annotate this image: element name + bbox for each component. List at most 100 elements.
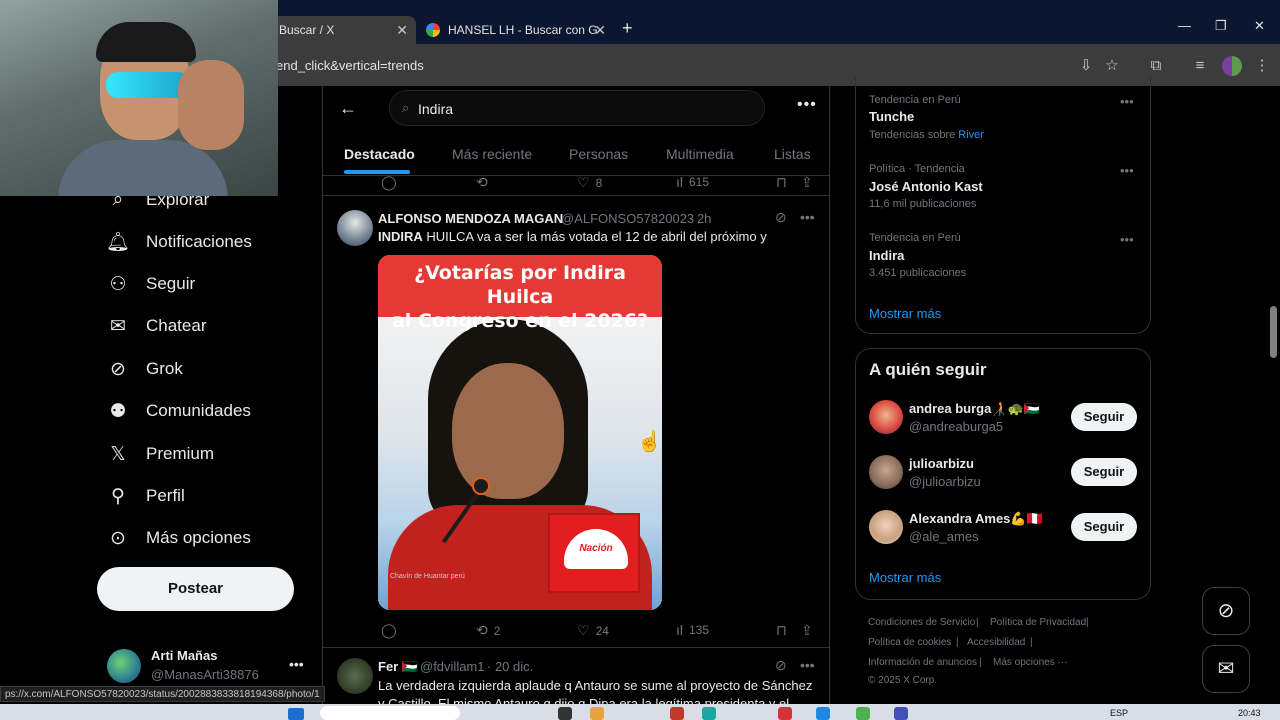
- tab-personas[interactable]: Personas: [569, 146, 628, 162]
- footer-link[interactable]: Política de cookies: [868, 637, 951, 648]
- taskbar-edge-icon[interactable]: [702, 707, 716, 720]
- follow-button[interactable]: Seguir: [1071, 403, 1137, 431]
- footer-link[interactable]: Política de Privacidad: [990, 617, 1086, 628]
- grok-icon[interactable]: ⊘: [775, 209, 787, 226]
- retweet-button[interactable]: ⟲ 2: [476, 622, 500, 639]
- footer-link[interactable]: Accesibilidad: [967, 637, 1025, 648]
- post-button[interactable]: Postear: [97, 567, 294, 611]
- tab-destacado[interactable]: Destacado: [344, 146, 415, 162]
- windows-start-icon[interactable]: [288, 708, 304, 720]
- taskbar-app-icon[interactable]: [778, 707, 792, 720]
- close-window-icon[interactable]: ✕: [1254, 18, 1265, 34]
- nav-mas-opciones[interactable]: ⊙ Más opciones: [106, 523, 251, 553]
- reply-icon[interactable]: ◯: [381, 622, 403, 639]
- taskbar-app-icon[interactable]: [558, 707, 572, 720]
- trend-more-icon[interactable]: •••: [1120, 94, 1134, 109]
- scrollbar-track[interactable]: [1268, 86, 1280, 700]
- tab-listas[interactable]: Listas: [774, 146, 811, 162]
- search-value[interactable]: Indira: [418, 101, 453, 117]
- browser-tab[interactable]: HANSEL LH - Buscar con Googl ✕: [418, 16, 614, 44]
- browser-menu-icon[interactable]: ⋮: [1252, 56, 1272, 76]
- nav-chatear[interactable]: ✉ Chatear: [106, 311, 206, 341]
- tab-multimedia[interactable]: Multimedia: [666, 146, 734, 162]
- taskbar-app-icon[interactable]: [670, 707, 684, 720]
- views-button[interactable]: ıl 615: [676, 174, 709, 190]
- trend-title[interactable]: Tunche: [869, 109, 914, 124]
- search-options-icon[interactable]: •••: [797, 96, 817, 114]
- follow-button[interactable]: Seguir: [1071, 458, 1137, 486]
- search-input[interactable]: ⌕ Indira: [389, 90, 765, 126]
- new-tab-icon[interactable]: +: [622, 18, 633, 39]
- bookmark-icon[interactable]: ⊓: [776, 622, 793, 639]
- tweet-image[interactable]: ¿Votarías por Indira Huilca al Congreso …: [378, 255, 662, 610]
- share-icon[interactable]: ⇪: [801, 174, 819, 191]
- minimize-icon[interactable]: —: [1178, 18, 1191, 33]
- share-icon[interactable]: ⇪: [801, 622, 819, 639]
- bookmark-icon[interactable]: ⊓: [776, 174, 793, 191]
- grok-floating-button[interactable]: ⊘: [1202, 587, 1250, 635]
- follow-button[interactable]: Seguir: [1071, 513, 1137, 541]
- tab-close-icon[interactable]: ✕: [594, 22, 606, 39]
- footer-more-link[interactable]: Más opciones ···: [993, 657, 1067, 668]
- footer-link[interactable]: Condiciones de Servicio: [868, 617, 975, 628]
- tab-mas-reciente[interactable]: Más reciente: [452, 146, 532, 162]
- messages-floating-button[interactable]: ✉: [1202, 645, 1250, 693]
- tweet-author-handle[interactable]: @ALFONSO57820023: [561, 211, 694, 226]
- tweet-author-name[interactable]: ALFONSO MENDOZA MAGAN: [378, 211, 563, 226]
- taskbar-language[interactable]: ESP: [1110, 708, 1128, 718]
- profile-avatar-icon[interactable]: [1222, 56, 1242, 76]
- footer-link[interactable]: Información de anuncios: [868, 657, 977, 668]
- like-button[interactable]: ♡ 24: [577, 622, 609, 639]
- follow-avatar[interactable]: [869, 510, 903, 544]
- taskbar-folder-icon[interactable]: [590, 707, 604, 720]
- bookmark-star-icon[interactable]: ☆: [1102, 56, 1122, 76]
- reading-list-icon[interactable]: ≡: [1190, 56, 1210, 76]
- install-app-icon[interactable]: ⇩: [1076, 56, 1096, 76]
- extensions-icon[interactable]: ⧉: [1146, 56, 1166, 76]
- back-arrow-icon[interactable]: ←: [339, 98, 357, 119]
- taskbar-search[interactable]: [320, 706, 460, 720]
- tweet-author-name[interactable]: Fer 🇵🇸: [378, 659, 418, 675]
- like-button[interactable]: ♡ 8: [577, 174, 602, 191]
- follow-avatar[interactable]: [869, 455, 903, 489]
- nav-seguir[interactable]: ⚇ Seguir: [106, 269, 195, 299]
- reply-icon[interactable]: ◯: [381, 174, 403, 191]
- tweet-avatar[interactable]: [337, 658, 373, 694]
- tweet-author-handle[interactable]: @fdvillam1: [420, 659, 485, 674]
- scrollbar-thumb[interactable]: [1270, 306, 1277, 358]
- account-more-icon[interactable]: •••: [289, 656, 304, 672]
- nav-premium[interactable]: 𝕏 Premium: [106, 439, 214, 469]
- retweet-icon[interactable]: ⟲: [476, 174, 494, 191]
- tweet-time[interactable]: · 2h: [689, 211, 711, 226]
- browser-tab-active[interactable]: Buscar / X ✕: [270, 16, 416, 44]
- nav-perfil[interactable]: ⚲ Perfil: [106, 481, 185, 511]
- views-button[interactable]: ıl 135: [676, 622, 709, 638]
- taskbar-chrome-icon[interactable]: [856, 707, 870, 720]
- trend-title[interactable]: José Antonio Kast: [869, 179, 983, 194]
- nav-notificaciones[interactable]: 🔔︎ Notificaciones: [106, 227, 252, 257]
- follow-name[interactable]: julioarbizu: [909, 456, 974, 471]
- taskbar-app-icon[interactable]: [894, 707, 908, 720]
- tweet-avatar[interactable]: [337, 210, 373, 246]
- grok-icon[interactable]: ⊘: [775, 657, 787, 674]
- nav-comunidades[interactable]: ⚉ Comunidades: [106, 396, 250, 426]
- address-bar[interactable]: end_click&vertical=trends: [276, 58, 424, 73]
- follow-name[interactable]: andrea burga🧑‍🦯🐢🇵🇸: [909, 401, 1040, 417]
- trends-show-more-link[interactable]: Mostrar más: [869, 306, 941, 321]
- nav-grok[interactable]: ⊘ Grok: [106, 354, 183, 384]
- trend-title[interactable]: Indira: [869, 248, 904, 263]
- follow-show-more-link[interactable]: Mostrar más: [869, 570, 941, 585]
- trend-more-icon[interactable]: •••: [1120, 232, 1134, 247]
- account-avatar[interactable]: [107, 649, 141, 683]
- follow-avatar[interactable]: [869, 400, 903, 434]
- taskbar-app-icon[interactable]: [816, 707, 830, 720]
- follow-name[interactable]: Alexandra Ames💪🇵🇪: [909, 511, 1043, 527]
- tweet-time[interactable]: · 20 dic.: [487, 659, 533, 674]
- taskbar-clock[interactable]: 20:43: [1238, 708, 1261, 718]
- tab-close-icon[interactable]: ✕: [396, 22, 408, 39]
- tweet-more-icon[interactable]: •••: [800, 209, 815, 225]
- restore-icon[interactable]: ❐: [1215, 18, 1227, 34]
- trend-sub-link[interactable]: River: [958, 129, 984, 141]
- tweet-more-icon[interactable]: •••: [800, 657, 815, 673]
- trend-more-icon[interactable]: •••: [1120, 163, 1134, 178]
